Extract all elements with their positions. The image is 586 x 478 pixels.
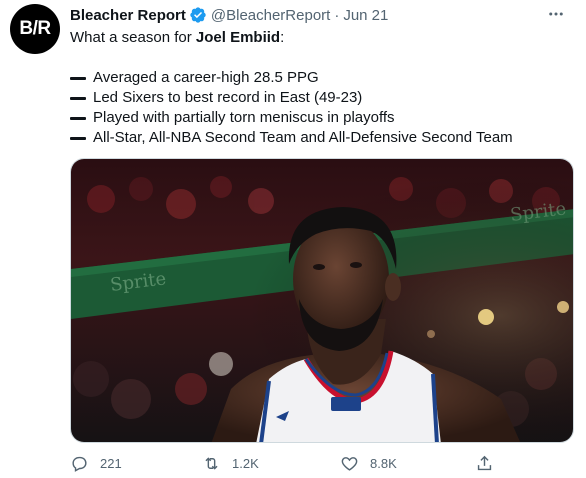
avatar[interactable]: B/R (10, 4, 60, 54)
tweet-date[interactable]: Jun 21 (343, 7, 388, 24)
avatar-logo-text: B/R (19, 18, 51, 39)
retweet-count: 1.2K (232, 455, 259, 471)
bullet-text: Led Sixers to best record in East (49-23… (93, 89, 363, 106)
tweet-photo[interactable]: Sprite Sprite (70, 158, 574, 443)
tweet[interactable]: B/R Bleacher Report @BleacherReport · Ju… (0, 0, 586, 478)
like-button[interactable]: 8.8K (340, 454, 397, 473)
retweet-icon (205, 456, 218, 470)
intro-prefix: What a season for (70, 29, 196, 46)
tweet-intro: What a season for Joel Embiid: (70, 28, 284, 48)
tweet-bullet-list: Averaged a career-high 28.5 PPG Led Sixe… (70, 68, 513, 148)
dash-icon (70, 116, 86, 120)
heart-icon (341, 456, 358, 471)
share-icon (477, 455, 492, 470)
bullet-text: Averaged a career-high 28.5 PPG (93, 69, 319, 86)
list-item: All-Star, All-NBA Second Team and All-De… (70, 128, 513, 148)
verified-badge-icon (190, 7, 206, 23)
bullet-text: All-Star, All-NBA Second Team and All-De… (93, 129, 513, 146)
tweet-actions: 221 1.2K 8.8K (70, 453, 500, 473)
author-name[interactable]: Bleacher Report (70, 7, 186, 24)
list-item: Led Sixers to best record in East (49-23… (70, 88, 513, 108)
intro-suffix: : (280, 29, 285, 46)
bullet-text: Played with partially torn meniscus in p… (93, 109, 395, 126)
list-item: Played with partially torn meniscus in p… (70, 108, 513, 128)
dash-icon (70, 76, 86, 80)
reply-icon (72, 456, 87, 472)
retweet-button[interactable]: 1.2K (202, 454, 259, 473)
dash-icon (70, 136, 86, 140)
like-count: 8.8K (370, 455, 397, 471)
share-button[interactable] (475, 454, 494, 473)
list-item: Averaged a career-high 28.5 PPG (70, 68, 513, 88)
tweet-header: Bleacher Report @BleacherReport · Jun 21 (70, 5, 388, 25)
reply-button[interactable]: 221 (70, 454, 122, 473)
dash-icon (70, 96, 86, 100)
player-photo-illustration: Sprite Sprite (71, 159, 573, 442)
reply-count: 221 (100, 455, 122, 471)
more-options-icon[interactable] (544, 4, 568, 24)
author-handle[interactable]: @BleacherReport (211, 7, 330, 24)
separator-dot: · (334, 6, 340, 24)
intro-bold-name: Joel Embiid (195, 29, 281, 46)
